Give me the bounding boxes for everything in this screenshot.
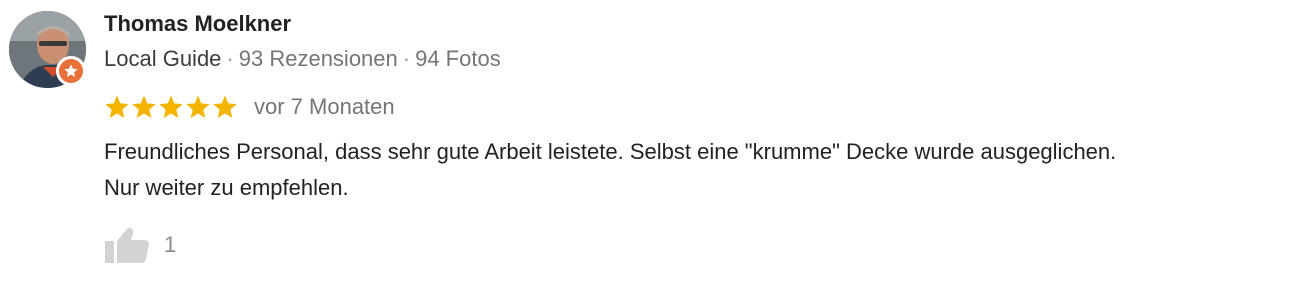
local-guide-badge-icon	[56, 56, 86, 86]
like-button[interactable]: 1	[104, 226, 176, 264]
local-guide-label: Local Guide	[104, 46, 222, 71]
star-icon	[159, 95, 183, 118]
review-text-line: Freundliches Personal, dass sehr gute Ar…	[104, 139, 1117, 164]
rating-row: vor 7 Monaten	[104, 93, 395, 121]
author-meta: Local Guide · 93 Rezensionen · 94 Fotos	[104, 45, 501, 73]
review-date: vor 7 Monaten	[254, 94, 395, 119]
review-text-line: Nur weiter zu empfehlen.	[104, 175, 349, 200]
meta-separator: ·	[226, 46, 234, 71]
meta-separator: ·	[402, 46, 411, 71]
author-name[interactable]: Thomas Moelkner	[104, 10, 291, 38]
star-icon	[213, 95, 237, 118]
thumbs-up-icon	[105, 227, 149, 263]
photos-count: 94 Fotos	[415, 46, 501, 71]
star-icon	[132, 95, 156, 118]
star-rating	[104, 94, 239, 120]
review-card: Thomas Moelkner Local Guide · 93 Rezension…	[0, 0, 1303, 287]
like-count: 1	[164, 232, 177, 257]
reviews-count: 93 Rezensionen	[238, 46, 398, 71]
star-icon	[186, 95, 210, 118]
star-icon	[105, 95, 129, 118]
avatar-container[interactable]	[9, 11, 89, 91]
review-text: Freundliches Personal, dass sehr gute Ar…	[104, 134, 1303, 206]
